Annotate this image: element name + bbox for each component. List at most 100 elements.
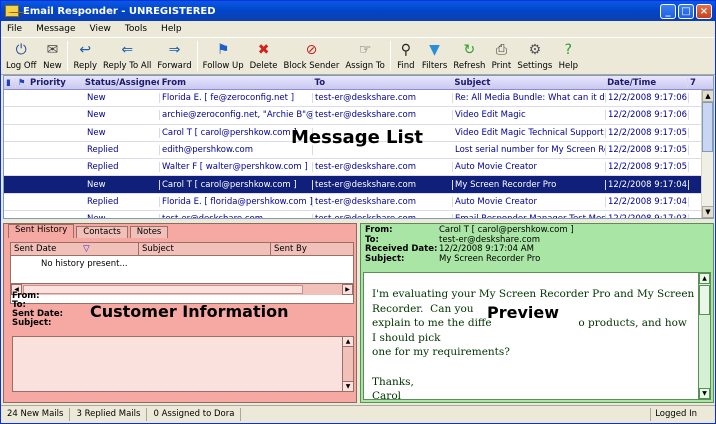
flag-icon: ⚑ — [17, 77, 26, 88]
column-priority[interactable]: Priority — [28, 77, 83, 88]
cell-date: 12/2/2008 9:17:05 A — [608, 145, 689, 156]
column-subject[interactable]: Subject — [452, 77, 606, 88]
sort-indicator: 7 — [689, 77, 696, 88]
message-list-header: ▮ ⚑ Priority Status/Assigned... From To … — [4, 76, 713, 90]
tab-contacts[interactable]: Contacts — [76, 226, 128, 238]
new-mail-icon: ✉ — [46, 42, 59, 58]
toolbar-button-label: Reply To All — [102, 61, 152, 71]
cell-subject: Auto Movie Creator — [453, 162, 606, 173]
toolbar-button-print[interactable]: ⎙ Print — [488, 38, 514, 74]
field-subject-label: Subject: — [12, 318, 52, 328]
cell-subject: Video Edit Magic — [453, 110, 606, 121]
table-row[interactable]: Replied Walter F [ walter@pershkow.com ] t… — [4, 159, 713, 177]
menu-tools[interactable]: Tools — [125, 24, 147, 34]
toolbar-button-assign-to[interactable]: ☞ Assign To — [342, 38, 387, 74]
body-scrollbar[interactable]: ▲ ▼ — [342, 337, 353, 391]
menu-help[interactable]: Help — [161, 24, 182, 34]
reply-icon: ↩ — [79, 42, 92, 58]
cell-from: archie@zeroconfig.net, "Archie B"@ — [162, 110, 313, 121]
scroll-down-icon[interactable]: ▼ — [343, 381, 353, 391]
toolbar-button-log-off[interactable]: ⏻ Log Off — [3, 38, 39, 74]
toolbar-button-label: Follow Up — [202, 61, 244, 71]
app-window: Email Responder - UNREGISTERED _ □ × Fil… — [0, 0, 716, 424]
toolbar-button-reply[interactable]: ↩ Reply — [70, 38, 100, 74]
scroll-thumb[interactable] — [699, 285, 710, 315]
window-title: Email Responder - UNREGISTERED — [23, 5, 216, 17]
sort-arrow-icon: ▽ — [83, 243, 90, 254]
toolbar-button-block-sender[interactable]: ⊘ Block Sender — [281, 38, 343, 74]
preview-header-value: My Screen Recorder Pro — [439, 253, 541, 264]
scroll-thumb[interactable] — [702, 102, 713, 152]
tab-sent-history[interactable]: Sent History — [8, 224, 75, 238]
flag-icon: ⚑ — [216, 42, 230, 58]
toolbar-button-label: Settings — [517, 61, 553, 71]
cell-status: Replied — [83, 196, 160, 207]
history-message-body[interactable]: ▲ ▼ — [12, 336, 354, 392]
table-row[interactable]: New archie@zeroconfig.net, "Archie B"@ tes… — [4, 107, 713, 125]
table-row[interactable]: New Florida E. [ fe@zeroconfig.net ] test-… — [4, 90, 713, 108]
cell-date: 12/2/2008 9:17:04 A — [608, 196, 689, 207]
toolbar-button-reply-to-all[interactable]: ⇐ Reply To All — [100, 38, 154, 74]
preview-header-row: Subject: My Screen Recorder Pro — [365, 253, 574, 265]
preview-body[interactable]: I'm evaluating your My Screen Recorder P… — [363, 272, 711, 400]
column-chooser[interactable]: 7 — [688, 77, 713, 88]
toolbar-button-delete[interactable]: ✖ Delete — [247, 38, 281, 74]
toolbar-button-forward[interactable]: ⇒ Forward — [154, 38, 194, 74]
preview-body-line: I should pick — [372, 331, 441, 344]
cell-to: test-er@deskshare.com — [313, 214, 453, 218]
message-list-scrollbar[interactable]: ▲ ▼ — [701, 90, 713, 218]
maximize-button[interactable]: □ — [678, 3, 694, 19]
scroll-up-icon[interactable]: ▲ — [343, 337, 353, 347]
preview-overlay-label: Preview — [487, 303, 560, 322]
column-subject[interactable]: Subject — [139, 242, 271, 256]
toolbar-button-filters[interactable]: ▼ Filters — [419, 38, 450, 74]
column-read-indicator[interactable]: ▮ — [4, 77, 16, 88]
cell-status: New — [83, 110, 160, 121]
toolbar-button-settings[interactable]: ⚙ Settings — [514, 38, 555, 74]
cell-to: test-er@deskshare.com — [313, 93, 453, 104]
scroll-thumb[interactable] — [23, 285, 303, 294]
column-from[interactable]: From — [160, 77, 313, 88]
delete-icon: ✖ — [257, 42, 270, 58]
column-to[interactable]: To — [313, 77, 453, 88]
toolbar-button-new[interactable]: ✉ New — [39, 38, 65, 74]
tab-notes[interactable]: Notes — [129, 226, 169, 238]
customer-info-panel: Sent History Contacts Notes Sent Date ▽ … — [3, 223, 357, 403]
column-date[interactable]: Date/Time — [605, 77, 688, 88]
forward-icon: ⇒ — [168, 42, 181, 58]
cell-date: 12/2/2008 9:17:06 A — [608, 93, 689, 104]
scroll-down-icon[interactable]: ▼ — [702, 206, 713, 218]
menu-file[interactable]: File — [7, 24, 22, 34]
column-flag[interactable]: ⚑ — [16, 77, 28, 88]
column-status[interactable]: Status/Assigned... — [83, 77, 160, 88]
toolbar-button-label: Forward — [157, 61, 192, 71]
reply-all-icon: ⇐ — [121, 42, 134, 58]
cell-status: New — [83, 214, 160, 218]
table-row[interactable]: Newtest-er@deskshare.comtest-er@deskshar… — [4, 211, 713, 218]
table-row[interactable]: Replied Florida E. [ florida@pershkow.com… — [4, 194, 713, 212]
envelope-app-icon — [5, 5, 27, 17]
scroll-right-icon[interactable]: ▶ — [342, 284, 353, 295]
minimize-button[interactable]: _ — [660, 3, 676, 19]
toolbar-button-follow-up[interactable]: ⚑ Follow Up — [200, 38, 247, 74]
table-row[interactable]: New Carol T [ carol@pershkow.com ] test-er… — [4, 176, 713, 194]
scroll-up-icon[interactable]: ▲ — [702, 90, 713, 102]
toolbar-button-label: Print — [491, 61, 512, 71]
preview-scrollbar[interactable]: ▲ ▼ — [698, 273, 710, 399]
block-sender-icon: ⊘ — [305, 42, 318, 58]
toolbar-button-find[interactable]: ⚲ Find — [393, 38, 419, 74]
column-sent-date[interactable]: Sent Date ▽ — [11, 242, 139, 256]
cell-subject: Auto Movie Creator — [453, 196, 606, 207]
scroll-down-icon[interactable]: ▼ — [699, 388, 710, 399]
assign-icon: ☞ — [358, 42, 372, 58]
menu-view[interactable]: View — [90, 24, 111, 34]
column-sent-by[interactable]: Sent By — [271, 243, 353, 256]
toolbar-button-help[interactable]: ? Help — [555, 38, 581, 74]
preview-body-line — [372, 360, 702, 375]
scroll-up-icon[interactable]: ▲ — [699, 273, 710, 284]
menu-message[interactable]: Message — [36, 24, 75, 34]
title-bar[interactable]: Email Responder - UNREGISTERED _ □ × — [1, 1, 715, 21]
cell-status: New — [83, 93, 160, 104]
toolbar-button-refresh[interactable]: ↻ Refresh — [450, 38, 488, 74]
close-button[interactable]: × — [696, 3, 712, 19]
